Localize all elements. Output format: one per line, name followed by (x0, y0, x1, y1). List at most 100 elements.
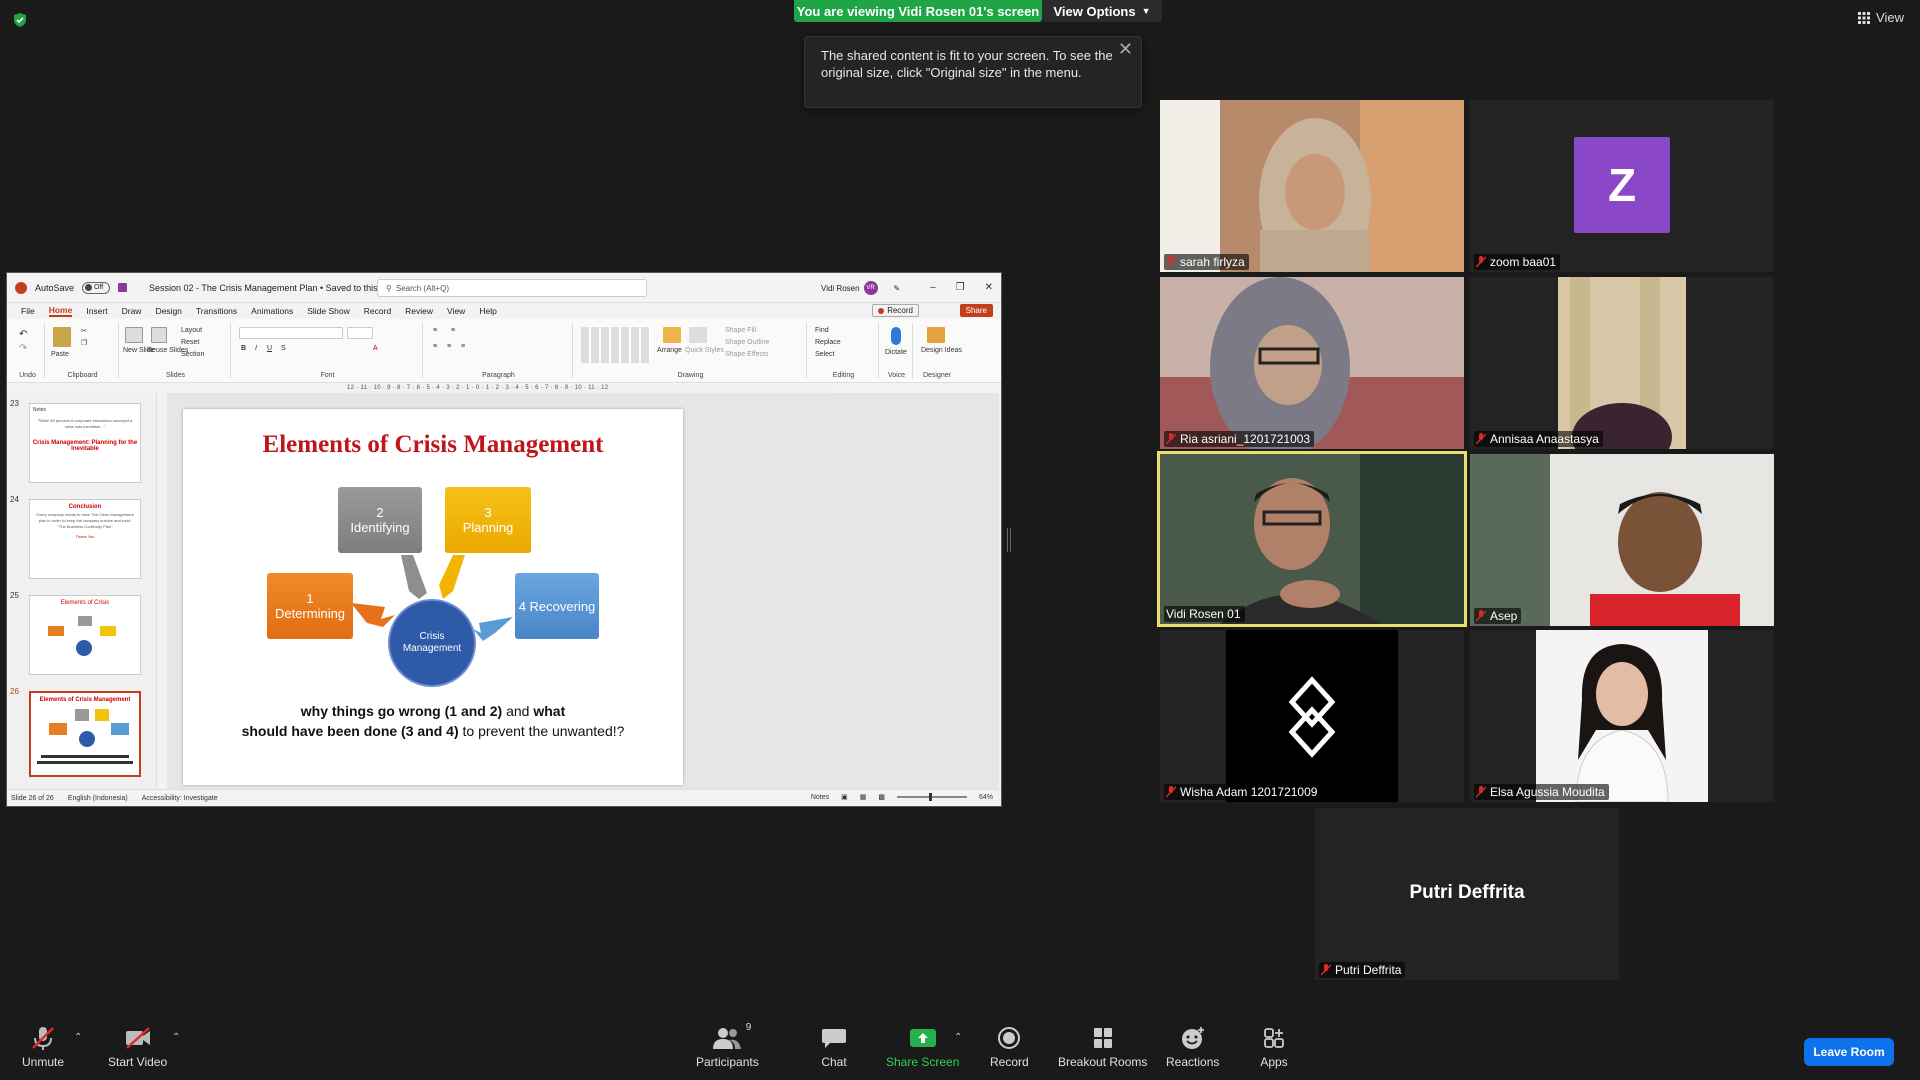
arrange-icon[interactable] (663, 327, 681, 343)
video-tile[interactable]: Elsa Agussia Moudita (1470, 630, 1774, 802)
tab-help[interactable]: Help (479, 306, 496, 316)
document-title[interactable]: Session 02 - The Crisis Management Plan … (149, 283, 393, 293)
close-window-icon[interactable]: ✕ (985, 282, 993, 293)
accessibility-status[interactable]: Accessibility: Investigate (142, 795, 218, 802)
dictate-icon[interactable] (891, 327, 901, 345)
ppt-record-button[interactable]: Record (872, 304, 919, 317)
quick-styles-icon[interactable] (689, 327, 707, 343)
view-options-button[interactable]: View Options ▼ (1042, 0, 1162, 22)
shape-effects-button[interactable]: Shape Effects (725, 351, 768, 358)
align-center-icon[interactable]: ≡ (447, 343, 451, 350)
pen-icon[interactable]: ✎ (894, 284, 901, 293)
tab-view[interactable]: View (447, 306, 465, 316)
ppt-search-box[interactable]: ⚲ Search (Alt+Q) (377, 279, 647, 297)
tab-transitions[interactable]: Transitions (196, 306, 237, 316)
align-right-icon[interactable]: ≡ (461, 343, 465, 350)
start-video-button[interactable]: Start Video (108, 1026, 167, 1069)
shape-outline-button[interactable]: Shape Outline (725, 339, 769, 346)
share-screen-button[interactable]: Share Screen (886, 1026, 959, 1069)
video-tile[interactable]: Z zoom baa01 (1470, 100, 1774, 272)
share-screen-icon (909, 1029, 936, 1047)
tab-file[interactable]: File (21, 306, 35, 316)
encryption-shield-icon[interactable] (12, 12, 28, 28)
slide-thumbnail[interactable]: Notes "While 89 percent of corporate exe… (29, 403, 141, 483)
zoom-level[interactable]: 64% (979, 794, 993, 801)
slide-thumbnail[interactable]: Conclusion Every company needs to have T… (29, 499, 141, 579)
breakout-rooms-button[interactable]: Breakout Rooms (1058, 1026, 1147, 1069)
zoom-slider[interactable] (896, 793, 967, 801)
tab-record[interactable]: Record (364, 306, 391, 316)
replace-button[interactable]: Replace (815, 339, 841, 346)
chat-button[interactable]: Chat (820, 1026, 848, 1069)
tab-draw[interactable]: Draw (122, 306, 142, 316)
video-tile[interactable]: Annisaa Anaastasya (1470, 277, 1774, 449)
font-color-icon[interactable]: A (373, 345, 378, 352)
shape-fill-button[interactable]: Shape Fill (725, 327, 756, 334)
font-name-dropdown[interactable] (239, 327, 343, 339)
reading-view-icon[interactable]: ▩ (878, 793, 885, 801)
font-size-dropdown[interactable] (347, 327, 373, 339)
bold-icon[interactable]: B (241, 345, 246, 352)
layout-button[interactable]: Layout (181, 327, 202, 334)
tab-design[interactable]: Design (155, 306, 181, 316)
tab-review[interactable]: Review (405, 306, 433, 316)
select-button[interactable]: Select (815, 351, 834, 358)
numbering-icon[interactable]: ≡ (451, 327, 455, 334)
redo-icon[interactable]: ↷ (19, 343, 27, 354)
undo-label: Undo (19, 372, 36, 379)
language[interactable]: English (Indonesia) (68, 795, 128, 802)
strikethrough-icon[interactable]: S (281, 345, 286, 352)
slide-sorter-icon[interactable]: ▦ (860, 793, 867, 801)
cut-icon[interactable]: ✂ (81, 327, 87, 335)
tab-animations[interactable]: Animations (251, 306, 293, 316)
minimize-icon[interactable]: – (930, 282, 936, 293)
undo-icon[interactable]: ↶ (19, 329, 27, 340)
ppt-share-button[interactable]: Share (959, 304, 993, 317)
underline-icon[interactable]: U (267, 345, 272, 352)
reset-button[interactable]: Reset (181, 339, 199, 346)
video-tile[interactable]: Putri Deffrita Putri Deffrita (1315, 808, 1619, 980)
current-slide[interactable]: Elements of Crisis Management 2 Identify… (183, 409, 683, 785)
section-button[interactable]: Section (181, 351, 204, 358)
unmute-button[interactable]: Unmute (22, 1026, 64, 1069)
close-icon[interactable]: ✕ (1118, 40, 1133, 58)
slides-group: New Slide Reuse Slides Layout Reset Sect… (121, 323, 231, 379)
slide-thumbnail-selected[interactable]: Elements of Crisis Management (29, 691, 141, 777)
save-icon[interactable] (118, 283, 128, 292)
participants-button[interactable]: 9 Participants (696, 1022, 759, 1069)
copy-icon[interactable]: ❐ (81, 339, 87, 347)
shapes-gallery[interactable] (581, 327, 651, 363)
normal-view-icon[interactable]: ▣ (841, 793, 848, 801)
tab-slide-show[interactable]: Slide Show (307, 306, 350, 316)
video-tile[interactable]: Wisha Adam 1201721009 (1160, 630, 1464, 802)
ppt-title-bar: AutoSave Off Session 02 - The Crisis Man… (7, 273, 1001, 303)
italic-icon[interactable]: I (255, 345, 257, 352)
video-tile[interactable]: Asep (1470, 454, 1774, 626)
video-tile[interactable]: Ria asriani_1201721003 (1160, 277, 1464, 449)
align-left-icon[interactable]: ≡ (433, 343, 437, 350)
split-view-handle[interactable] (1007, 528, 1011, 552)
view-layout-button[interactable]: View (1858, 10, 1904, 25)
reactions-button[interactable]: Reactions (1166, 1026, 1219, 1069)
autosave-toggle[interactable]: Off (82, 281, 111, 294)
video-tile[interactable]: sarah firlyza (1160, 100, 1464, 272)
paste-icon[interactable] (53, 327, 71, 347)
leave-room-button[interactable]: Leave Room (1804, 1038, 1894, 1066)
restore-icon[interactable]: ❐ (956, 282, 965, 293)
bullets-icon[interactable]: ≡ (433, 327, 437, 334)
record-button[interactable]: Record (990, 1026, 1029, 1069)
new-slide-icon[interactable] (125, 327, 143, 343)
audio-options-chevron-icon[interactable]: ⌃ (74, 1032, 82, 1043)
ppt-user-account[interactable]: Vidi Rosen VR ✎ (821, 281, 900, 295)
active-speaker-tile[interactable]: Vidi Rosen 01 (1157, 451, 1467, 627)
notes-button[interactable]: Notes (811, 794, 829, 801)
video-options-chevron-icon[interactable]: ⌃ (172, 1032, 180, 1043)
slide-thumbnail[interactable]: Elements of Crisis (29, 595, 141, 675)
tab-home[interactable]: Home (48, 305, 73, 317)
tab-insert[interactable]: Insert (86, 306, 107, 316)
find-button[interactable]: Find (815, 327, 829, 334)
apps-button[interactable]: Apps (1260, 1026, 1288, 1069)
design-ideas-icon[interactable] (927, 327, 945, 343)
reuse-slides-icon[interactable] (151, 327, 167, 343)
share-options-chevron-icon[interactable]: ⌃ (954, 1032, 962, 1043)
